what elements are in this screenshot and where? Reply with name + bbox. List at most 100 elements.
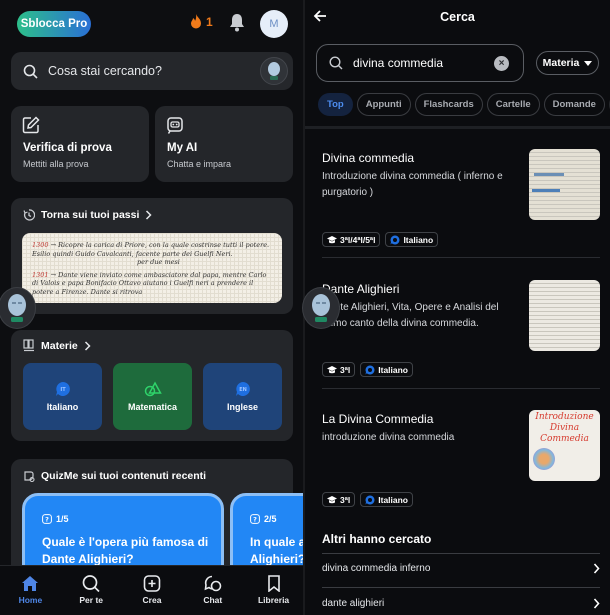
- quiz-icon: [24, 471, 35, 482]
- chevron-right-icon: [593, 598, 600, 609]
- bookmark-icon: [267, 575, 280, 592]
- search-query: divina commedia: [353, 56, 444, 70]
- my-ai-card[interactable]: My AI Chatta e impara: [155, 106, 293, 182]
- result-description: Introduzione divina commedia ( inferno e…: [322, 171, 503, 198]
- section-title: Torna sui tuoi passi: [41, 209, 140, 221]
- note-line: 1300 → Ricopre la carica di Priore, con …: [32, 241, 270, 258]
- search-result[interactable]: Dante Alighieri Dante Alighieri, Vita, O…: [322, 280, 600, 382]
- streak-counter[interactable]: 1: [190, 14, 213, 29]
- filter-chips: Top Appunti Flashcards Cartelle Domande …: [318, 93, 610, 116]
- home-search-bar[interactable]: Cosa stai cercando?: [11, 52, 293, 90]
- note-line: per due mesi: [137, 258, 180, 266]
- result-badges: 3ªl Italiano: [322, 492, 414, 507]
- home-icon: [22, 576, 39, 591]
- robot-face-icon: [8, 294, 26, 322]
- section-title: QuizMe sui tuoi contenuti recenti: [41, 470, 207, 482]
- chip-appunti[interactable]: Appunti: [356, 93, 411, 116]
- quiz-question: Quale è l'opera più famosa di Dante Alig…: [42, 535, 209, 566]
- recent-section-header[interactable]: Torna sui tuoi passi: [23, 209, 152, 221]
- graduation-cap-icon: [327, 235, 337, 243]
- result-badges: 3ªl/4ªl/5ªl Italiano: [322, 232, 439, 247]
- subject-badge: Italiano: [360, 362, 414, 377]
- chip-domande[interactable]: Domande: [543, 93, 605, 116]
- quiz-counter: ? 2/5: [250, 514, 277, 524]
- search-icon: [82, 575, 100, 592]
- chip-top[interactable]: Top: [318, 93, 353, 116]
- search-input[interactable]: divina commedia ×: [316, 44, 524, 82]
- quiz-counter: ? 1/5: [42, 514, 69, 524]
- card-subtitle: Chatta e impara: [167, 159, 232, 169]
- nav-libreria[interactable]: Libreria: [243, 566, 304, 615]
- nav-home[interactable]: Home: [0, 566, 61, 615]
- subject-label: Italiano: [46, 402, 79, 412]
- shapes-icon: [144, 381, 162, 397]
- italian-bubble-icon: [365, 495, 375, 504]
- chevron-right-icon: [84, 340, 91, 351]
- svg-text:?: ?: [45, 516, 49, 524]
- bottom-navigation: Home Per te Crea Chat Libreria: [0, 565, 304, 615]
- search-result[interactable]: La Divina Commedia introduzione divina c…: [322, 410, 600, 512]
- unlock-pro-button[interactable]: Sblocca Pro: [17, 11, 91, 37]
- floating-ai-bot-right[interactable]: [302, 287, 340, 329]
- graduation-cap-icon: [327, 365, 337, 373]
- ai-bot-avatar[interactable]: [260, 57, 288, 85]
- plus-square-icon: [143, 575, 161, 592]
- italian-bubble-icon: IT: [55, 382, 70, 396]
- flame-icon: [191, 14, 201, 29]
- grade-badge: 3ªl/4ªl/5ªl: [322, 232, 381, 247]
- page-title: Cerca: [440, 10, 475, 24]
- home-screen: Sblocca Pro 1 M Cosa stai cercando? Veri…: [0, 0, 304, 615]
- suggested-search-item[interactable]: dante alighieri: [322, 598, 600, 609]
- search-screen: Cerca divina commedia × Materia Top Appu…: [305, 0, 610, 615]
- subject-tile-italiano[interactable]: IT Italiano: [23, 363, 102, 430]
- italian-bubble-icon: [390, 235, 400, 244]
- result-badges: 3ªl Italiano: [322, 362, 414, 377]
- header-divider: [305, 126, 610, 129]
- subject-tile-matematica[interactable]: Matematica: [113, 363, 192, 430]
- history-icon: [23, 209, 35, 221]
- search-result[interactable]: Divina commedia Introduzione divina comm…: [322, 149, 600, 251]
- result-divider: [322, 388, 600, 389]
- result-description: introduzione divina commedia: [322, 432, 455, 443]
- nav-crea[interactable]: Crea: [122, 566, 183, 615]
- nav-chat[interactable]: Chat: [182, 566, 243, 615]
- nav-per-te[interactable]: Per te: [61, 566, 122, 615]
- subjects-section-header[interactable]: Materie: [23, 339, 91, 352]
- chip-cartelle[interactable]: Cartelle: [486, 93, 540, 116]
- clear-search-button[interactable]: ×: [494, 56, 509, 71]
- subject-filter-dropdown[interactable]: Materia: [536, 51, 599, 75]
- subject-tile-inglese[interactable]: EN Inglese: [203, 363, 282, 430]
- card-title: My AI: [167, 142, 198, 154]
- quiz-question: In quale anno nacque Dante Alighieri?: [250, 535, 304, 566]
- subject-badge: Italiano: [360, 492, 414, 507]
- card-subtitle: Mettiti alla prova: [23, 159, 89, 169]
- svg-text:?: ?: [253, 516, 257, 524]
- chevron-right-icon: [593, 563, 600, 574]
- recent-note-preview[interactable]: 1300 → Ricopre la carica di Priore, con …: [22, 233, 282, 303]
- mock-test-card[interactable]: Verifica di prova Mettiti alla prova: [11, 106, 149, 182]
- subject-label: Matematica: [127, 402, 178, 412]
- grade-badge: 3ªl: [322, 492, 356, 507]
- list-divider: [322, 553, 600, 554]
- question-icon: ?: [250, 514, 260, 524]
- suggested-search-item[interactable]: divina commedia inferno: [322, 563, 600, 574]
- result-description: Dante Alighieri, Vita, Opere e Analisi d…: [322, 302, 499, 329]
- result-thumbnail: Introduzione Divina Commedia: [529, 410, 600, 481]
- streak-count: 1: [206, 14, 213, 29]
- search-placeholder: Cosa stai cercando?: [48, 64, 162, 78]
- robot-face-icon: [268, 62, 280, 80]
- section-title: Materie: [41, 339, 78, 352]
- subject-badge: Italiano: [385, 232, 439, 247]
- result-thumbnail: [529, 149, 600, 220]
- card-title: Verifica di prova: [23, 142, 112, 154]
- svg-text:EN: EN: [239, 387, 247, 393]
- svg-text:IT: IT: [60, 387, 66, 393]
- bell-icon[interactable]: [228, 13, 246, 33]
- note-line: 1301 → Dante viene inviato come ambascia…: [32, 270, 267, 296]
- quiz-section-header: QuizMe sui tuoi contenuti recenti: [23, 470, 206, 482]
- books-icon: [23, 339, 34, 352]
- italian-bubble-icon: [365, 365, 375, 374]
- edit-icon: [22, 116, 40, 134]
- chip-flashcards[interactable]: Flashcards: [414, 93, 483, 116]
- user-avatar[interactable]: M: [260, 10, 288, 38]
